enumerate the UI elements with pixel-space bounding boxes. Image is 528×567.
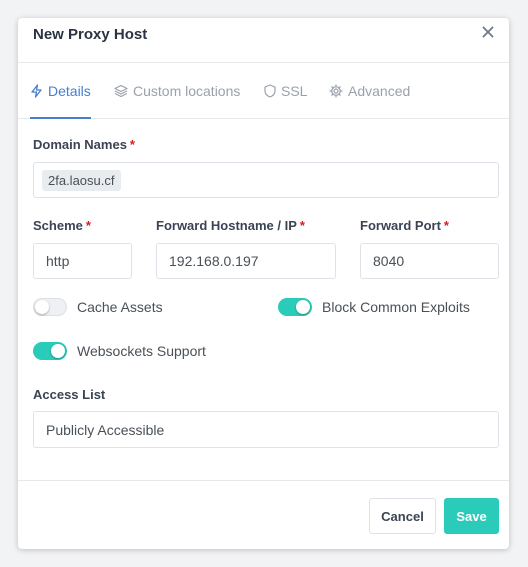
forward-hostname-field[interactable]: 192.168.0.197 [156, 243, 336, 279]
tab-advanced[interactable]: Advanced [329, 63, 410, 118]
lightning-icon [31, 83, 42, 98]
forward-port-field[interactable]: 8040 [360, 243, 499, 279]
toggle-switch[interactable] [33, 298, 67, 316]
tab-details[interactable]: Details [30, 63, 91, 119]
new-proxy-host-dialog: New Proxy Host Details Custom locations [18, 18, 509, 549]
required-marker: * [129, 137, 135, 152]
modal-header: New Proxy Host [18, 18, 509, 63]
forward-hostname-label: Forward Hostname / IP * [156, 218, 305, 233]
tab-label: Custom locations [133, 82, 241, 99]
gear-icon [329, 83, 343, 98]
cancel-button[interactable]: Cancel [369, 498, 436, 534]
domain-chip[interactable]: 2fa.laosu.cf [42, 169, 121, 191]
tab-label: SSL [281, 82, 308, 99]
tab-ssl[interactable]: SSL [264, 63, 307, 118]
close-icon[interactable] [479, 23, 497, 41]
tab-bar: Details Custom locations SSL Advanced [18, 63, 509, 119]
modal-footer: Cancel Save [18, 480, 509, 549]
required-marker: * [443, 218, 449, 233]
modal-title: New Proxy Host [33, 26, 148, 43]
tab-label: Details [48, 82, 91, 99]
domain-names-label: Domain Names * [33, 137, 135, 152]
forward-port-label: Forward Port * [360, 218, 449, 233]
domain-names-input[interactable]: 2fa.laosu.cf [33, 162, 499, 198]
toggle-label: Block Common Exploits [322, 299, 470, 315]
websockets-support-toggle[interactable]: Websockets Support [33, 342, 206, 360]
toggle-switch[interactable] [278, 298, 312, 316]
tab-custom-locations[interactable]: Custom locations [114, 63, 240, 118]
access-list-select[interactable]: Publicly Accessible [33, 411, 499, 448]
scheme-label: Scheme * [33, 218, 91, 233]
scheme-field[interactable]: http [33, 243, 132, 279]
block-common-exploits-toggle[interactable]: Block Common Exploits [278, 298, 470, 316]
cache-assets-toggle[interactable]: Cache Assets [33, 298, 163, 316]
required-marker: * [299, 218, 305, 233]
toggle-switch[interactable] [33, 342, 67, 360]
tab-label: Advanced [348, 82, 411, 99]
layers-icon [114, 84, 128, 97]
toggle-label: Websockets Support [77, 343, 206, 359]
save-button[interactable]: Save [444, 498, 499, 534]
access-list-label: Access List [33, 387, 106, 402]
toggle-label: Cache Assets [77, 299, 163, 315]
shield-icon [264, 83, 276, 98]
required-marker: * [85, 218, 91, 233]
